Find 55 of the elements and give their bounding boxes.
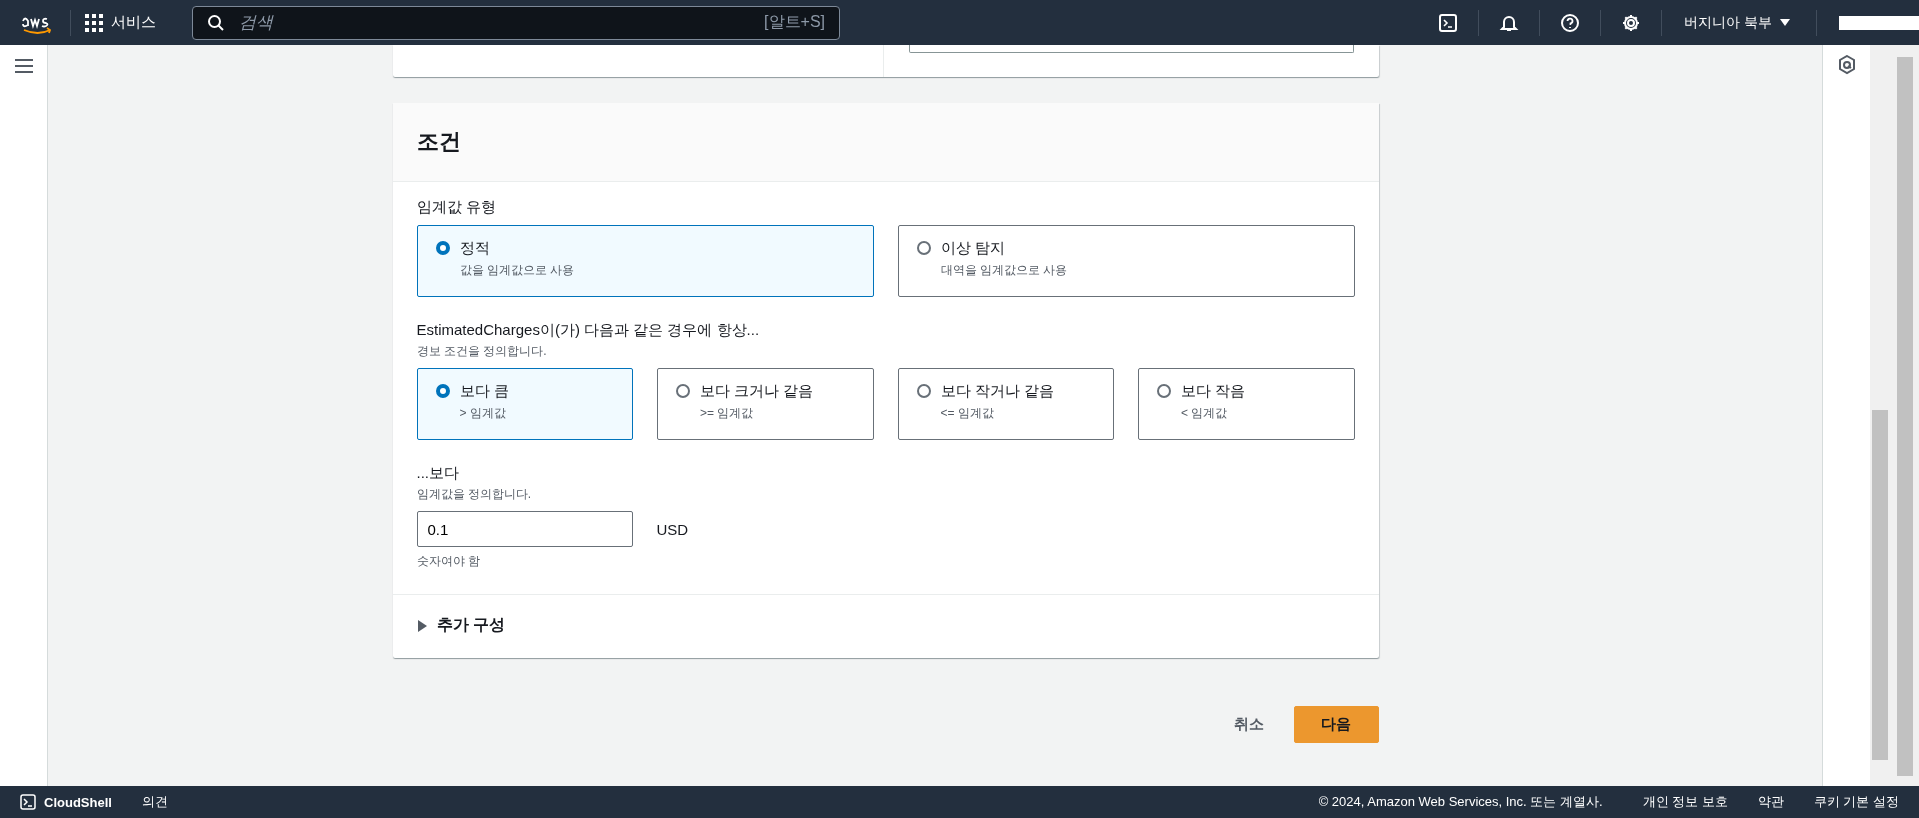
- footer-link[interactable]: 개인 정보 보호: [1642, 793, 1728, 811]
- threshold-input[interactable]: 0.1: [416, 511, 633, 547]
- menu-icon[interactable]: [14, 59, 33, 73]
- option-description: < 임계값: [1181, 405, 1229, 422]
- constraint-text: 숫자여야 함: [416, 553, 481, 570]
- option-title: 보다 작거나 같음: [940, 382, 1054, 401]
- region-menu[interactable]: 버지니아 북부: [1678, 12, 1796, 33]
- option-description: > 임계값: [459, 405, 507, 422]
- panel-title: 조건: [392, 103, 1379, 182]
- radio-tile[interactable]: 이상 탐지 대역을 임계값으로 사용: [897, 225, 1355, 297]
- field-description: 임계값을 정의합니다.: [416, 486, 533, 503]
- radio-tile[interactable]: 보다 작거나 같음 <= 임계값: [897, 368, 1114, 440]
- footer-link[interactable]: 약관: [1757, 793, 1784, 811]
- grid-icon: [85, 13, 103, 32]
- radio-tile[interactable]: 보다 큼 > 임계값: [416, 368, 633, 440]
- option-title: 보다 크거나 같음: [700, 382, 814, 401]
- option-title: 이상 탐지: [940, 239, 1006, 258]
- hexagon-icon[interactable]: [1837, 55, 1856, 75]
- search-icon: [207, 13, 225, 32]
- field-label: ...보다: [416, 464, 460, 483]
- field-label: 임계값 유형: [416, 198, 497, 217]
- caret-icon: [416, 619, 427, 632]
- option-description: >= 임계값: [700, 405, 755, 422]
- services-menu[interactable]: 서비스: [85, 13, 156, 32]
- radio-icon: [435, 384, 450, 398]
- terminal-icon: [20, 794, 36, 810]
- input-field[interactable]: [908, 45, 1354, 53]
- radio-tile[interactable]: 보다 작음 < 임계값: [1138, 368, 1355, 440]
- option-title: 정적: [459, 239, 491, 258]
- search-bar[interactable]: 검색 [알트+S]: [192, 5, 840, 40]
- caret-icon: [1780, 18, 1790, 27]
- radio-tile[interactable]: 보다 크거나 같음 >= 임계값: [657, 368, 874, 440]
- radio-tile[interactable]: 정적 값을 임계값으로 사용: [416, 225, 874, 297]
- option-description: 대역을 임계값으로 사용: [940, 262, 1068, 279]
- cancel-button[interactable]: 취소: [1231, 711, 1266, 738]
- feedback-link[interactable]: 의견: [141, 793, 168, 811]
- cloudshell-button[interactable]: CloudShell: [20, 794, 112, 810]
- field-description: 경보 조건을 정의합니다.: [416, 343, 548, 360]
- next-button[interactable]: 다음: [1293, 706, 1379, 743]
- unit-label: USD: [656, 520, 689, 538]
- option-title: 보다 큼: [459, 382, 509, 401]
- radio-icon: [916, 241, 931, 255]
- expander-toggle[interactable]: 추가 구성: [416, 615, 505, 636]
- search-field[interactable]: 검색: [237, 11, 765, 34]
- copyright-text: © 2024, Amazon Web Services, Inc. 또는 계열사.: [1318, 793, 1603, 811]
- footer-link[interactable]: 쿠키 기본 설정: [1813, 793, 1899, 811]
- field-label: EstimatedCharges이(가) 다음과 같은 경우에 항상...: [416, 321, 761, 340]
- shortcut-hint: [알트+S]: [764, 12, 825, 32]
- option-title: 보다 작음: [1181, 382, 1246, 401]
- option-description: 값을 임계값으로 사용: [459, 262, 575, 279]
- radio-icon: [676, 384, 690, 398]
- radio-icon: [916, 384, 931, 398]
- option-description: <= 임계값: [940, 405, 995, 422]
- radio-icon: [435, 241, 450, 255]
- radio-icon: [1157, 384, 1171, 398]
